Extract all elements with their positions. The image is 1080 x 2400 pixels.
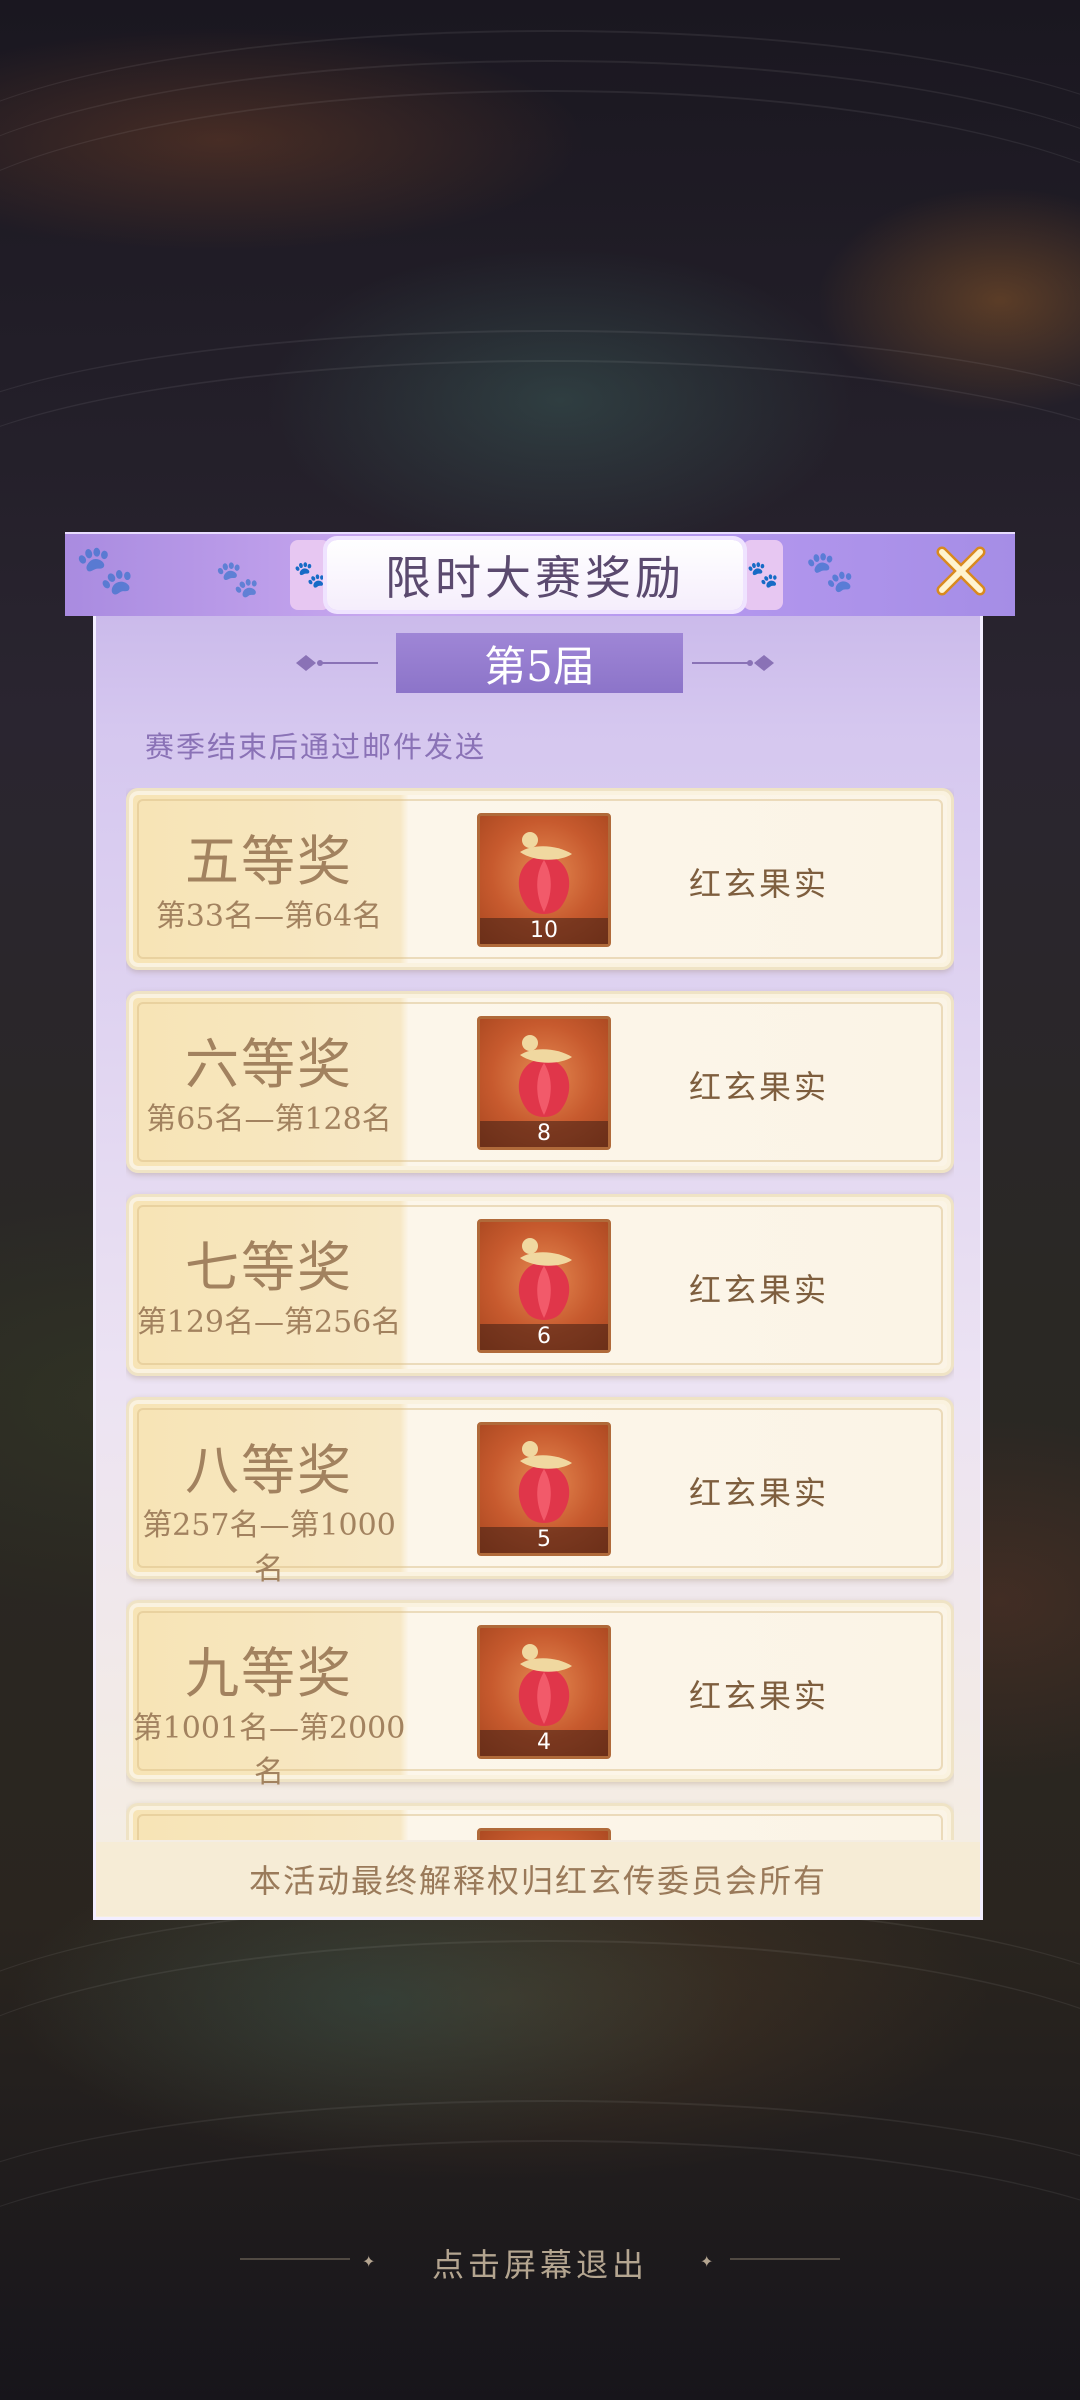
close-x-icon [936,546,986,596]
red-fruit-icon [518,1441,572,1523]
reward-item[interactable]: 6 [477,1219,611,1353]
red-fruit-icon [518,1238,572,1320]
item-quantity: 8 [480,1121,608,1147]
paw-icon: 🐾 [743,540,783,610]
session-label: 第5届 [396,633,683,693]
reward-item[interactable] [477,1828,611,1840]
item-quantity: 6 [480,1324,608,1350]
rank-range: 第65名—第128名 [146,1102,392,1137]
red-fruit-icon [518,832,572,914]
reward-card: 六等奖 第65名—第128名 8 红玄果实 [126,991,954,1173]
reward-card: 九等奖 第1001名—第2000名 4 红玄果实 [126,1600,954,1790]
item-name: 红玄果实 [689,1677,830,1715]
rank-title: 七等奖 [185,1236,353,1299]
item-quantity: 4 [480,1730,608,1756]
reward-card: 七等奖 第129名—第256名 6 红玄果实 [126,1194,954,1376]
item-quantity: 5 [480,1527,608,1553]
rank-title: 六等奖 [185,1033,353,1096]
paw-icon: 🐾 [805,549,855,595]
popup-title: 限时大赛奖励 [385,551,685,605]
red-fruit-icon [518,1035,572,1117]
reward-list[interactable]: 五等奖 第33名—第64名 10 红玄果实 六等奖 第65名—第128名 8 红… [126,788,954,1840]
reward-item[interactable]: 8 [477,1016,611,1150]
item-name: 红玄果实 [689,1474,830,1512]
reward-item[interactable]: 4 [477,1625,611,1759]
rank-title: 八等奖 [185,1439,353,1502]
item-quantity: 10 [480,918,608,944]
rank-range: 第257名—第1000名 [142,1508,396,1587]
reward-card: 五等奖 第33名—第64名 10 红玄果实 [126,788,954,970]
close-button[interactable] [930,540,992,602]
rank-range: 第33名—第64名 [155,899,383,934]
item-name: 红玄果实 [689,865,830,903]
reward-card: 八等奖 第257名—第1000名 5 红玄果实 [126,1397,954,1587]
item-name: 红玄果实 [689,1271,830,1309]
paw-icon: 🐾 [290,540,330,610]
ornament-right-icon [692,655,774,671]
rank-range: 第1001名—第2000名 [132,1711,406,1790]
paw-icon: 🐾 [215,559,260,600]
delivery-note: 赛季结束后通过邮件发送 [145,730,487,764]
rank-range: 第129名—第256名 [136,1305,402,1340]
item-name: 红玄果实 [689,1068,830,1106]
rank-title: 九等奖 [185,1642,353,1705]
paw-icon: 🐾 [75,542,135,598]
ornament-left-icon [296,655,378,671]
rank-title: 五等奖 [185,830,353,893]
disclaimer: 本活动最终解释权归红玄传委员会所有 [96,1842,980,1916]
red-fruit-icon [518,1644,572,1726]
reward-item[interactable]: 5 [477,1422,611,1556]
reward-item[interactable]: 10 [477,813,611,947]
dot-icon: ✦ [700,2252,714,2271]
reward-card-partial [126,1803,954,1840]
tap-to-exit-hint[interactable]: 点击屏幕退出 [0,2240,1080,2286]
divider [730,2258,840,2260]
